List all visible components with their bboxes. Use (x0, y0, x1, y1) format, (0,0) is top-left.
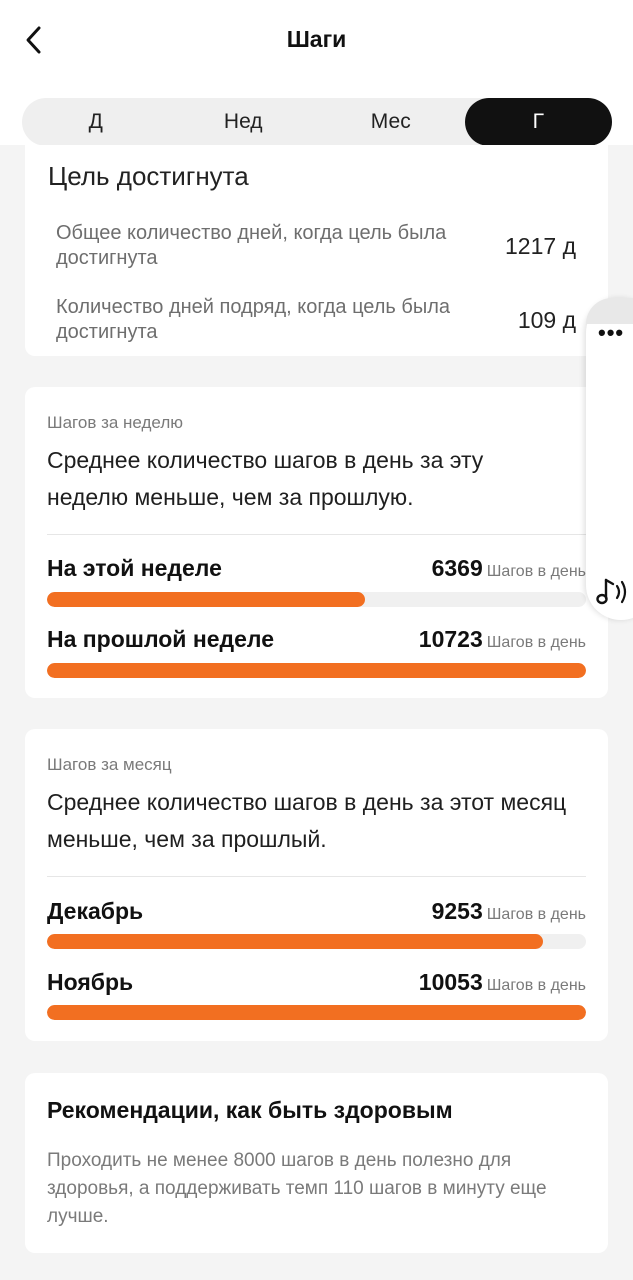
november-progress-fill (47, 1005, 586, 1020)
last-week-value: 10723 Шагов в день (419, 626, 586, 653)
this-week-label: На этой неделе (47, 555, 222, 581)
november-value: 10053 Шагов в день (419, 969, 586, 996)
last-week-progress (47, 663, 586, 678)
november-unit: Шагов в день (486, 977, 586, 994)
weekly-card: Шагов за неделю Среднее количество шагов… (25, 387, 608, 698)
monthly-summary: Среднее количество шагов в день за этот … (47, 789, 567, 852)
this-week-unit: Шагов в день (486, 563, 586, 580)
november-progress (47, 1005, 586, 1020)
divider (47, 534, 586, 535)
last-week-row: На прошлой неделе 10723 Шагов в день (47, 626, 586, 656)
this-week-value: 6369 Шагов в день (432, 555, 586, 582)
tab-week[interactable]: Нед (170, 98, 318, 146)
period-tabs: Д Нед Мес Г (22, 98, 612, 146)
december-progress-fill (47, 934, 543, 949)
december-progress (47, 934, 586, 949)
november-label: Ноябрь (47, 969, 134, 995)
december-row: Декабрь 9253 Шагов в день (47, 898, 586, 928)
sound-note-icon[interactable] (595, 576, 633, 608)
recommendation-card: Рекомендации, как быть здоровым Проходит… (25, 1073, 608, 1253)
tab-month[interactable]: Мес (317, 98, 465, 146)
december-unit: Шагов в день (486, 906, 586, 923)
goal-title: Цель достигнута (48, 161, 249, 191)
last-week-progress-fill (47, 663, 586, 678)
recommendation-title: Рекомендации, как быть здоровым (47, 1097, 453, 1123)
page-title: Шаги (286, 26, 347, 52)
december-label: Декабрь (47, 898, 144, 924)
december-value: 9253 Шагов в день (432, 898, 586, 925)
last-week-number: 10723 (418, 626, 483, 652)
monthly-card: Шагов за месяц Среднее количество шагов … (25, 729, 608, 1041)
this-week-progress-fill (47, 592, 365, 607)
goal-total-value: 1217 д (505, 232, 576, 259)
last-week-unit: Шагов в день (486, 634, 586, 651)
november-number: 10053 (418, 969, 483, 995)
tab-day[interactable]: Д (22, 98, 170, 146)
goal-card: Цель достигнута Общее количество дней, к… (25, 145, 608, 356)
this-week-row: На этой неделе 6369 Шагов в день (47, 555, 586, 585)
tab-year[interactable]: Г (464, 98, 612, 146)
weekly-kicker: Шагов за неделю (47, 413, 183, 432)
recommendation-text: Проходить не менее 8000 шагов в день пол… (47, 1150, 547, 1227)
december-number: 9253 (431, 898, 483, 924)
goal-streak-label: Количество дней подряд, когда цель была … (56, 296, 451, 343)
goal-streak-row: Количество дней подряд, когда цель была … (56, 295, 576, 345)
floating-side-panel[interactable]: ••• (586, 298, 633, 620)
more-dots-icon[interactable]: ••• (598, 320, 624, 346)
this-week-progress (47, 592, 586, 607)
this-week-number: 6369 (431, 555, 483, 581)
divider (47, 876, 586, 877)
goal-total-label: Общее количество дней, когда цель была д… (56, 222, 447, 269)
weekly-summary: Среднее количество шагов в день за эту н… (47, 447, 484, 510)
goal-total-row: Общее количество дней, когда цель была д… (56, 221, 576, 271)
goal-streak-value: 109 д (517, 306, 576, 333)
november-row: Ноябрь 10053 Шагов в день (47, 969, 586, 999)
last-week-label: На прошлой неделе (47, 626, 275, 652)
monthly-kicker: Шагов за месяц (47, 755, 172, 774)
